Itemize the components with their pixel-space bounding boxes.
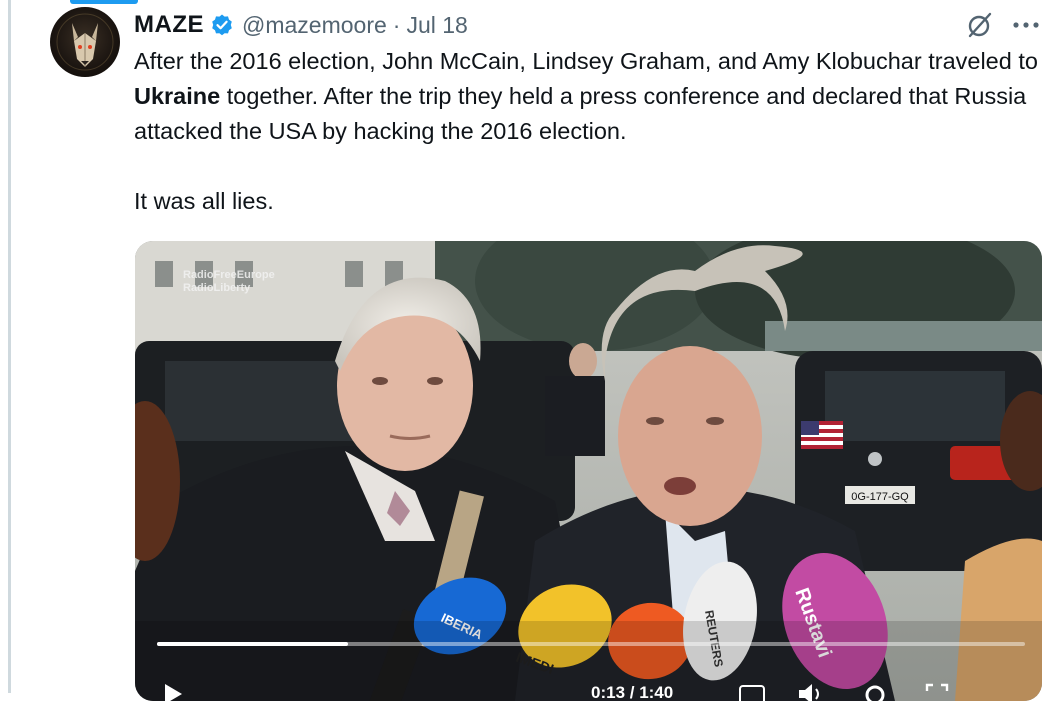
captions-icon	[739, 685, 765, 701]
avatar-dog-icon	[56, 13, 114, 71]
verified-badge-icon	[210, 13, 234, 37]
grok-icon	[968, 12, 992, 38]
video-player[interactable]: 0G-177-GQ IBERIA IMEDI REUTERS Rustavi R…	[135, 241, 1042, 701]
separator-dot: ·	[392, 11, 401, 38]
watermark-line-2: RadioLiberty	[183, 282, 251, 294]
tab-indicator	[70, 0, 138, 4]
progress-fill	[157, 642, 348, 646]
settings-button[interactable]	[863, 683, 887, 701]
play-button[interactable]	[163, 683, 183, 701]
author-handle[interactable]: @mazemoore	[242, 12, 387, 39]
more-icon	[1013, 22, 1039, 28]
tweet-text: After the 2016 election, John McCain, Li…	[134, 44, 1044, 219]
settings-icon	[865, 685, 885, 701]
author-name[interactable]: MAZE	[134, 11, 204, 39]
tweet-text-part: After the 2016 election, John McCain, Li…	[134, 48, 1038, 74]
volume-button[interactable]	[797, 683, 825, 701]
volume-icon	[799, 684, 819, 701]
watermark: RadioFreeEurope RadioLiberty	[183, 269, 275, 295]
tweet-text-part: together. After the trip they held a pre…	[134, 83, 1027, 144]
watermark-line-1: RadioFreeEurope	[183, 269, 275, 281]
grok-button[interactable]	[963, 8, 997, 42]
time-display: 0:13 / 1:40	[591, 683, 674, 701]
tweet-date[interactable]: Jul 18	[406, 12, 467, 39]
more-options-button[interactable]	[1008, 8, 1044, 42]
play-icon	[165, 684, 182, 701]
fullscreen-button[interactable]	[925, 683, 949, 701]
tweet-paragraph-2: It was all lies.	[134, 188, 274, 214]
fullscreen-icon	[925, 683, 949, 691]
thread-line	[8, 0, 11, 693]
license-plate: 0G-177-GQ	[851, 491, 909, 503]
tweet-text-bold: Ukraine	[134, 83, 221, 109]
progress-bar[interactable]	[157, 642, 1025, 646]
tweet-paragraph: After the 2016 election, John McCain, Li…	[134, 44, 1044, 149]
tweet-header: MAZE @mazemoore · Jul 18	[134, 8, 468, 42]
captions-button[interactable]	[739, 685, 765, 701]
video-frame: 0G-177-GQ IBERIA IMEDI REUTERS Rustavi	[135, 241, 1042, 701]
avatar[interactable]	[50, 7, 120, 77]
